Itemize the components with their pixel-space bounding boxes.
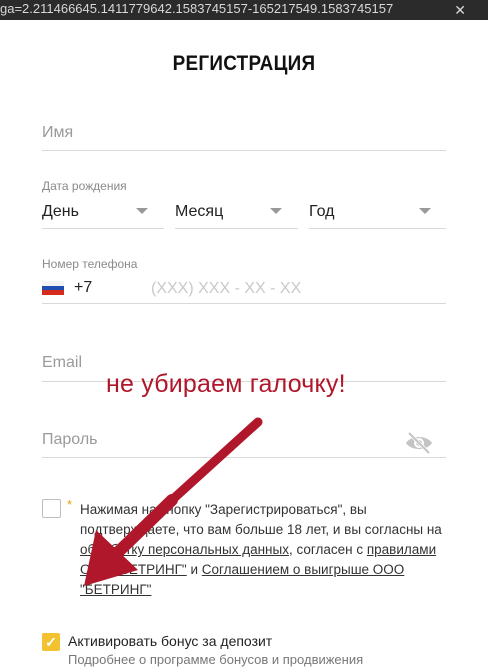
password-input[interactable]: Пароль: [42, 431, 98, 449]
day-underline: [42, 228, 164, 229]
consent-checkbox[interactable]: [42, 499, 61, 518]
chevron-down-icon: [419, 208, 431, 214]
name-input[interactable]: Имя: [42, 124, 73, 142]
name-underline: [42, 150, 446, 151]
consent-part2: , согласен с: [288, 542, 367, 557]
browser-url-bar[interactable]: ga=2.211466645.1411779642.1583745157-165…: [0, 0, 488, 20]
phone-label: Номер телефона: [42, 257, 138, 271]
close-icon[interactable]: ✕: [454, 2, 466, 19]
russia-flag-icon[interactable]: [42, 281, 64, 295]
month-underline: [175, 228, 298, 229]
consent-part3: и: [186, 562, 202, 577]
chevron-down-icon: [136, 208, 148, 214]
phone-underline: [42, 303, 446, 304]
bonus-subtext: Подробнее о программе бонусов и продвиже…: [68, 652, 364, 667]
chevron-down-icon: [270, 208, 282, 214]
bonus-checkbox[interactable]: ✓: [42, 633, 60, 651]
year-select-value: Год: [309, 203, 335, 220]
url-text: ga=2.211466645.1411779642.1583745157-165…: [0, 1, 394, 16]
annotation-text: не убираем галочку!: [106, 370, 346, 398]
eye-hidden-icon[interactable]: [404, 431, 434, 455]
month-select-value: Месяц: [175, 203, 224, 220]
phone-code: +7: [74, 279, 93, 296]
consent-text: Нажимая на кнопку "Зарегистрироваться", …: [80, 500, 450, 600]
bonus-label: Активировать бонус за депозит: [68, 633, 273, 649]
password-underline: [42, 457, 446, 458]
personal-data-link[interactable]: обработку персональных данных: [80, 542, 289, 557]
email-input[interactable]: Email: [42, 354, 82, 372]
birthdate-label: Дата рождения: [42, 179, 127, 193]
day-select-value: День: [42, 203, 79, 220]
required-mark: *: [67, 497, 73, 512]
page-title: РЕГИСТРАЦИЯ: [172, 52, 316, 75]
phone-input[interactable]: (XXX) XXX - XX - XX: [151, 280, 301, 298]
year-underline: [309, 228, 446, 229]
consent-part1: Нажимая на кнопку "Зарегистрироваться", …: [80, 502, 442, 537]
